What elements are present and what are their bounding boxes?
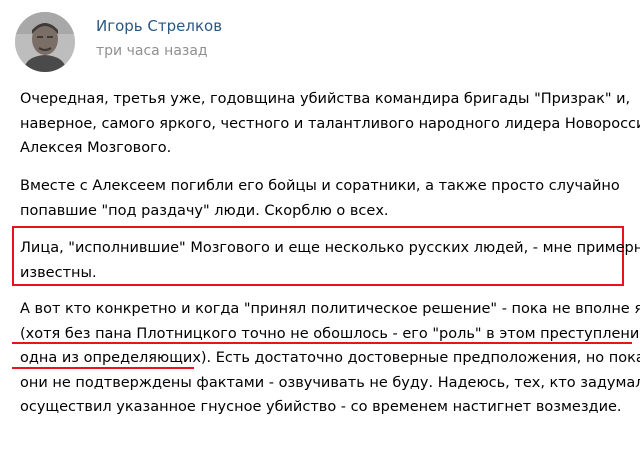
post-paragraph-4: А вот кто конкретно и когда "принял поли… xyxy=(20,297,640,420)
text-line: наверное, самого яркого, честного и тала… xyxy=(20,115,640,132)
text-line: А вот кто конкретно и когда "принял поли… xyxy=(20,301,640,317)
post-timestamp[interactable]: три часа назад xyxy=(96,43,208,59)
text-line: Алексея Мозгового. xyxy=(20,140,172,156)
red-underline xyxy=(12,342,632,344)
text-line: Лица, "исполнившие" Мозгового и еще неск… xyxy=(20,240,640,256)
text-line: они не подтверждены фактами - озвучивать… xyxy=(20,374,640,391)
post-paragraph-3: Лица, "исполнившие" Мозгового и еще неск… xyxy=(20,236,640,285)
author-name-link[interactable]: Игорь Стрелков xyxy=(96,17,222,35)
text-line: попавшие "под раздачу" люди. Скорблю о в… xyxy=(20,202,389,219)
text-line: Вместе с Алексеем погибли его бойцы и со… xyxy=(20,178,620,194)
text-line: Очередная, третья уже, годовщина убийств… xyxy=(20,91,631,107)
avatar[interactable] xyxy=(15,12,75,72)
wall-post: Игорь Стрелков три часа назад Очередная,… xyxy=(0,0,640,449)
post-paragraph-1: Очередная, третья уже, годовщина убийств… xyxy=(20,87,640,161)
text-line: известны. xyxy=(20,264,97,281)
post-paragraph-2: Вместе с Алексеем погибли его бойцы и со… xyxy=(20,174,620,223)
red-underline xyxy=(12,367,194,369)
text-line: осуществил указанное гнусное убийство - … xyxy=(20,399,622,415)
avatar-photo xyxy=(15,12,75,72)
